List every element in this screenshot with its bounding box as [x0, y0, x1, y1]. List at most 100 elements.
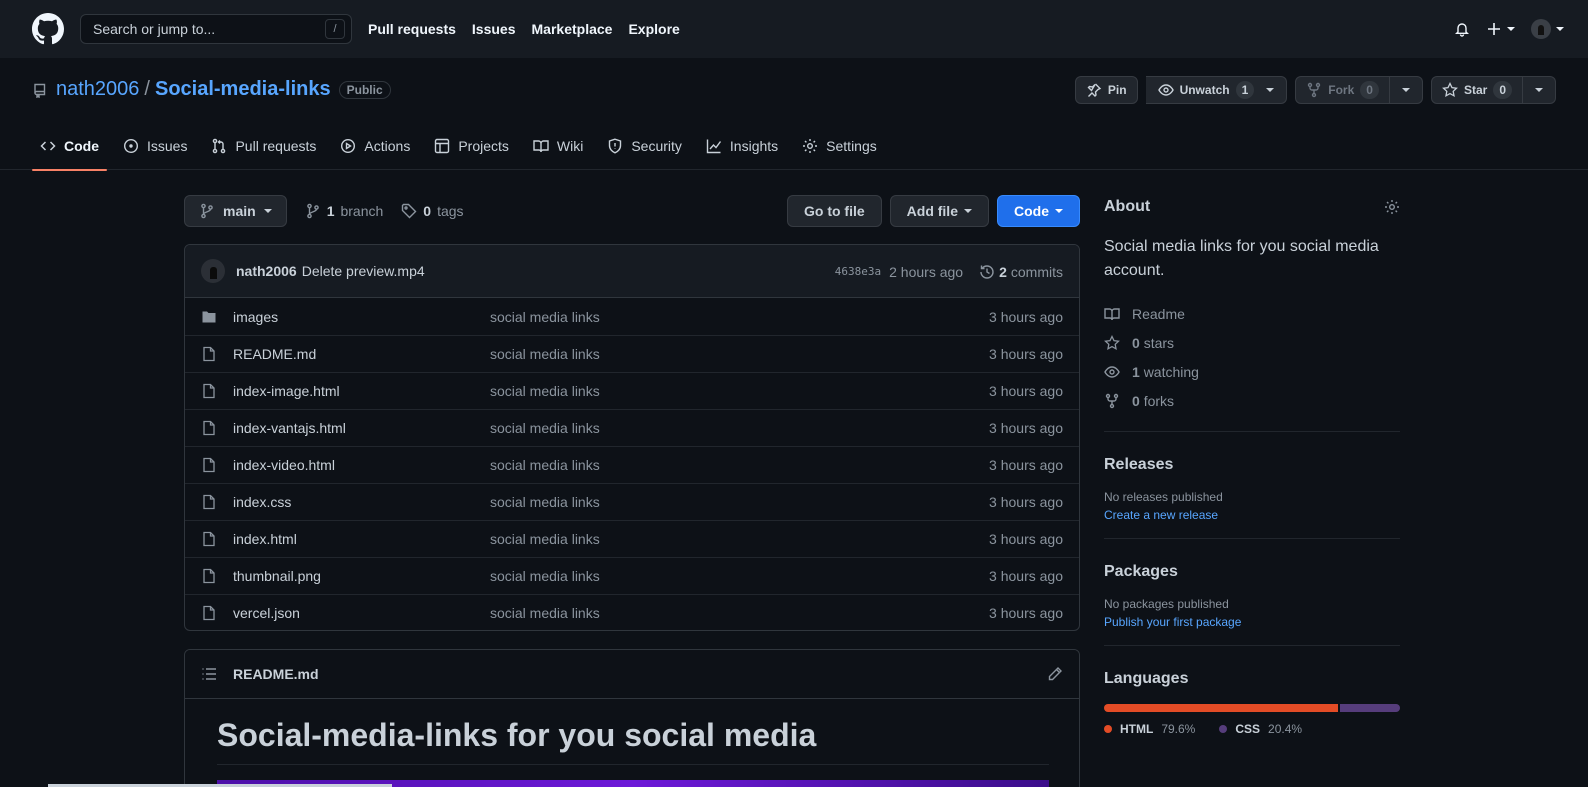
avatar[interactable] — [201, 259, 225, 283]
tab-wiki[interactable]: Wiki — [525, 122, 591, 170]
file-name[interactable]: vercel.json — [233, 605, 490, 621]
list-item[interactable]: vercel.json social media links 3 hours a… — [185, 594, 1079, 630]
pin-button[interactable]: Pin — [1074, 76, 1138, 104]
list-item[interactable]: index.html social media links 3 hours ag… — [185, 520, 1079, 557]
create-new-button[interactable] — [1486, 21, 1515, 37]
commits-link[interactable]: 2 commits — [979, 264, 1063, 280]
file-name[interactable]: index-video.html — [233, 457, 490, 473]
file-commit-message[interactable]: social media links — [490, 420, 600, 436]
file-commit-message[interactable]: social media links — [490, 457, 600, 473]
tab-issues[interactable]: Issues — [115, 122, 195, 170]
file-name[interactable]: index.html — [233, 531, 490, 547]
file-age: 3 hours ago — [989, 531, 1063, 547]
file-icon — [203, 346, 215, 362]
go-to-file-button[interactable]: Go to file — [786, 195, 882, 227]
star-button[interactable]: Star 0 — [1430, 76, 1523, 104]
chevron-down-icon — [1556, 27, 1564, 31]
list-item[interactable]: README.md social media links 3 hours ago — [185, 335, 1079, 372]
tab-settings[interactable]: Settings — [794, 122, 885, 170]
list-icon[interactable] — [201, 666, 217, 682]
create-release-link[interactable]: Create a new release — [1104, 508, 1400, 522]
packages-section: Packages No packages published Publish y… — [1104, 555, 1400, 629]
tab-projects[interactable]: Projects — [426, 122, 517, 170]
file-name[interactable]: index-image.html — [233, 383, 490, 399]
tab-actions[interactable]: Actions — [332, 122, 418, 170]
nav-pull-requests[interactable]: Pull requests — [368, 21, 456, 37]
commit-sha[interactable]: 4638e3a — [835, 265, 881, 278]
packages-title[interactable]: Packages — [1104, 563, 1178, 580]
github-logo-icon[interactable] — [32, 13, 64, 45]
list-item[interactable]: index-image.html social media links 3 ho… — [185, 372, 1079, 409]
file-name[interactable]: index.css — [233, 494, 490, 510]
user-menu-button[interactable] — [1531, 19, 1564, 39]
file-name[interactable]: index-vantajs.html — [233, 420, 490, 436]
list-item[interactable]: index.css social media links 3 hours ago — [185, 483, 1079, 520]
list-item[interactable]: thumbnail.png social media links 3 hours… — [185, 557, 1079, 594]
file-name[interactable]: thumbnail.png — [233, 568, 490, 584]
file-name[interactable]: images — [233, 309, 490, 325]
releases-title[interactable]: Releases — [1104, 456, 1173, 473]
forks-label: forks — [1143, 392, 1175, 409]
file-icon — [203, 494, 215, 510]
tab-pull-requests[interactable]: Pull requests — [203, 122, 324, 170]
fork-icon — [1308, 82, 1321, 98]
nav-marketplace[interactable]: Marketplace — [532, 21, 613, 37]
fork-button[interactable]: Fork 0 — [1295, 76, 1390, 104]
list-item[interactable]: images social media links 3 hours ago — [185, 298, 1079, 335]
history-icon — [980, 264, 994, 279]
tab-insights[interactable]: Insights — [698, 122, 786, 170]
star-icon — [1104, 334, 1120, 350]
file-commit-message[interactable]: social media links — [490, 531, 600, 547]
code-button[interactable]: Code — [997, 195, 1080, 227]
code-icon — [40, 141, 56, 151]
list-item[interactable]: index-video.html social media links 3 ho… — [185, 446, 1079, 483]
file-age: 3 hours ago — [989, 457, 1063, 473]
commit-message[interactable]: Delete preview.mp4 — [302, 263, 425, 279]
commit-author[interactable]: nath2006 — [236, 263, 297, 279]
fork-dropdown-button[interactable] — [1389, 76, 1423, 104]
language-css[interactable]: CSS 20.4% — [1219, 722, 1302, 736]
search-input[interactable]: Search or jump to... / — [80, 14, 352, 44]
file-commit-message[interactable]: social media links — [490, 309, 600, 325]
branch-selector[interactable]: main — [184, 195, 287, 227]
file-commit-message[interactable]: social media links — [490, 605, 600, 621]
stars-count: 0 — [1132, 334, 1140, 351]
branches-link[interactable]: 1 branch — [305, 203, 383, 219]
gear-icon[interactable] — [1384, 199, 1400, 215]
divider — [1104, 645, 1400, 646]
watching-link[interactable]: 1 watching — [1104, 357, 1400, 386]
repo-owner-link[interactable]: nath2006 — [56, 78, 139, 101]
repo-name-link[interactable]: Social-media-links — [155, 78, 331, 101]
publish-package-link[interactable]: Publish your first package — [1104, 615, 1400, 629]
toolbar-actions: Go to file Add file Code — [786, 195, 1080, 227]
nav-explore[interactable]: Explore — [628, 21, 679, 37]
language-html[interactable]: HTML 79.6% — [1104, 722, 1195, 736]
file-commit-message[interactable]: social media links — [490, 346, 600, 362]
commit-count: 2 — [999, 263, 1007, 280]
file-name[interactable]: README.md — [233, 346, 490, 362]
repo-header: nath2006 / Social-media-links Public Pin… — [0, 58, 1588, 171]
forks-link[interactable]: 0 forks — [1104, 386, 1400, 415]
divider — [1104, 538, 1400, 539]
list-item[interactable]: index-vantajs.html social media links 3 … — [185, 409, 1079, 446]
add-file-button[interactable]: Add file — [889, 195, 989, 227]
tab-security[interactable]: Security — [599, 122, 690, 170]
repo-path-separator: / — [144, 78, 150, 100]
global-header: Search or jump to... / Pull requests Iss… — [0, 0, 1588, 58]
tags-link[interactable]: 0 tags — [401, 203, 464, 219]
readme-link[interactable]: Readme — [1104, 299, 1400, 328]
file-commit-message[interactable]: social media links — [490, 383, 600, 399]
stars-link[interactable]: 0 stars — [1104, 328, 1400, 357]
bell-icon[interactable] — [1454, 21, 1470, 37]
tab-security-label: Security — [631, 138, 682, 154]
pencil-icon[interactable] — [1047, 666, 1063, 682]
nav-issues[interactable]: Issues — [472, 21, 516, 37]
latest-commit: nath2006 Delete preview.mp4 4638e3a 2 ho… — [185, 245, 1079, 298]
file-commit-message[interactable]: social media links — [490, 494, 600, 510]
star-dropdown-button[interactable] — [1523, 76, 1556, 104]
tab-code[interactable]: Code — [32, 122, 107, 171]
file-commit-message[interactable]: social media links — [490, 568, 600, 584]
unwatch-button[interactable]: Unwatch 1 — [1145, 76, 1288, 104]
readme-filename: README.md — [233, 666, 319, 682]
visibility-badge: Public — [338, 80, 391, 99]
